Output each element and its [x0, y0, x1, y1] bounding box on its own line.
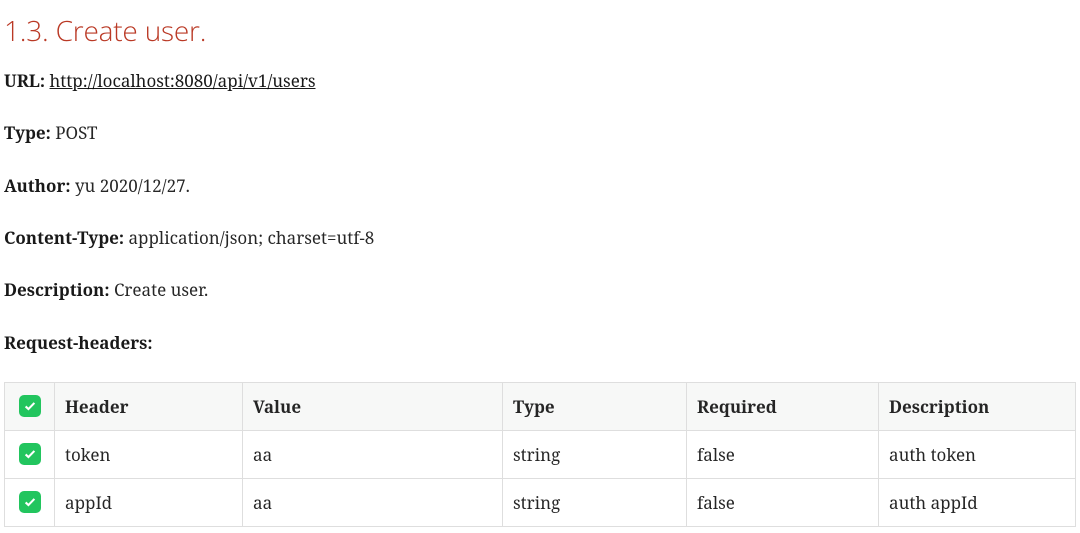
cell-required: false [687, 479, 879, 527]
col-header-value: Value [243, 383, 503, 431]
author-value: yu 2020/12/27. [75, 174, 190, 197]
description-line: Description: Create user. [4, 277, 1076, 303]
table-row: token aa string false auth token [5, 431, 1076, 479]
request-headers-label-text: Request-headers: [4, 331, 153, 354]
content-type-value: application/json; charset=utf-8 [128, 226, 374, 249]
content-type-label: Content-Type: [4, 226, 124, 249]
request-headers-table: Header Value Type Required Description t… [4, 382, 1076, 527]
col-header-required: Required [687, 383, 879, 431]
col-header-type: Type [503, 383, 687, 431]
check-icon[interactable] [19, 443, 41, 465]
url-label: URL: [4, 69, 45, 92]
table-header-check [5, 383, 55, 431]
author-line: Author: yu 2020/12/27. [4, 173, 1076, 199]
check-icon[interactable] [19, 395, 41, 417]
request-headers-label: Request-headers: [4, 330, 1076, 356]
cell-required: false [687, 431, 879, 479]
content-type-line: Content-Type: application/json; charset=… [4, 225, 1076, 251]
url-line: URL: http://localhost:8080/api/v1/users [4, 68, 1076, 94]
author-label: Author: [4, 174, 71, 197]
description-value: Create user. [114, 278, 208, 301]
cell-header: token [55, 431, 243, 479]
cell-description: auth token [879, 431, 1076, 479]
table-header-row: Header Value Type Required Description [5, 383, 1076, 431]
type-line: Type: POST [4, 120, 1076, 146]
table-row: appId aa string false auth appId [5, 479, 1076, 527]
check-icon[interactable] [19, 491, 41, 513]
col-header-description: Description [879, 383, 1076, 431]
cell-value: aa [243, 479, 503, 527]
col-header-header: Header [55, 383, 243, 431]
cell-type: string [503, 431, 687, 479]
cell-value: aa [243, 431, 503, 479]
section-heading: 1.3. Create user. [4, 12, 1076, 50]
type-label: Type: [4, 121, 51, 144]
cell-type: string [503, 479, 687, 527]
cell-description: auth appId [879, 479, 1076, 527]
url-value-link[interactable]: http://localhost:8080/api/v1/users [50, 69, 316, 92]
cell-header: appId [55, 479, 243, 527]
type-value: POST [55, 121, 97, 144]
row-check-cell [5, 431, 55, 479]
description-label: Description: [4, 278, 110, 301]
row-check-cell [5, 479, 55, 527]
